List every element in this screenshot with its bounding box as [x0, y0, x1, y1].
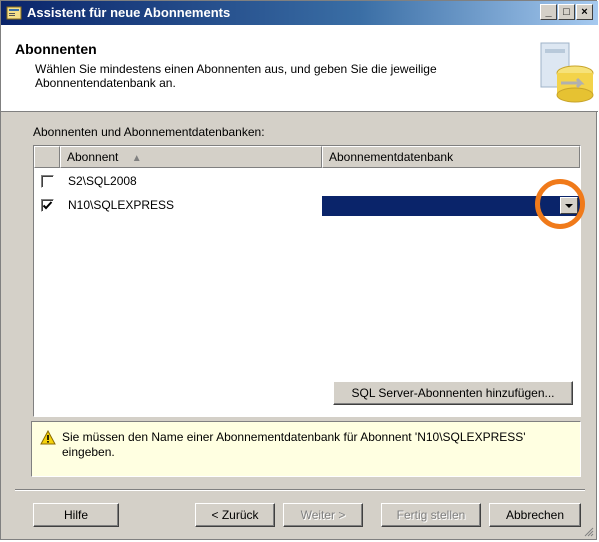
validation-message: Sie müssen den Name einer Abonnementdate…	[31, 421, 581, 477]
wizard-window: Assistent für neue Abonnements _ □ × Abo…	[0, 0, 598, 540]
subscriber-grid[interactable]: Abonnent ▲ Abonnementdatenbank S2\SQL200…	[33, 145, 581, 417]
highlight-annotation	[535, 179, 585, 229]
subscriber-name: S2\SQL2008	[68, 174, 137, 188]
footer-divider	[15, 489, 585, 491]
title-bar[interactable]: Assistent für neue Abonnements _ □ ×	[1, 1, 598, 25]
minimize-button[interactable]: _	[540, 4, 557, 20]
maximize-button[interactable]: □	[558, 4, 575, 20]
checkbox-column-header[interactable]	[34, 146, 60, 168]
subscriber-name: N10\SQLEXPRESS	[68, 198, 175, 212]
add-sql-server-subscriber-button[interactable]: SQL Server-Abonnenten hinzufügen...	[333, 381, 573, 405]
subscriber-checkbox[interactable]	[41, 175, 54, 188]
page-description: Wählen Sie mindestens einen Abonnenten a…	[35, 62, 437, 90]
wizard-header: Abonnenten Wählen Sie mindestens einen A…	[1, 25, 598, 112]
warning-icon	[40, 430, 56, 445]
sort-ascending-icon: ▲	[131, 153, 142, 164]
checkmark-icon	[42, 201, 53, 210]
subscriber-list-label: Abonnenten und Abonnementdatenbanken:	[33, 125, 265, 139]
table-row[interactable]: S2\SQL2008	[34, 170, 580, 192]
table-row[interactable]: N10\SQLEXPRESS	[34, 194, 580, 216]
help-button[interactable]: Hilfe	[33, 503, 119, 527]
next-button[interactable]: Weiter >	[283, 503, 363, 527]
validation-message-text: Sie müssen den Name einer Abonnementdate…	[62, 430, 526, 459]
window-title: Assistent für neue Abonnements	[27, 5, 231, 20]
cancel-button[interactable]: Abbrechen	[489, 503, 581, 527]
database-wizard-icon	[540, 42, 594, 103]
grid-header: Abonnent ▲ Abonnementdatenbank	[34, 146, 580, 168]
page-title: Abonnenten	[15, 41, 97, 57]
subscriber-checkbox-checked[interactable]	[41, 199, 54, 212]
back-button[interactable]: < Zurück	[195, 503, 275, 527]
wizard-app-icon	[6, 6, 22, 20]
resize-grip-icon[interactable]	[582, 525, 594, 537]
column-header-subscriber-label: Abonnent	[67, 150, 119, 164]
close-button[interactable]: ×	[576, 4, 593, 20]
finish-button[interactable]: Fertig stellen	[381, 503, 481, 527]
column-header-subscriber[interactable]: Abonnent ▲	[60, 146, 322, 168]
column-header-database[interactable]: Abonnementdatenbank	[322, 146, 580, 168]
